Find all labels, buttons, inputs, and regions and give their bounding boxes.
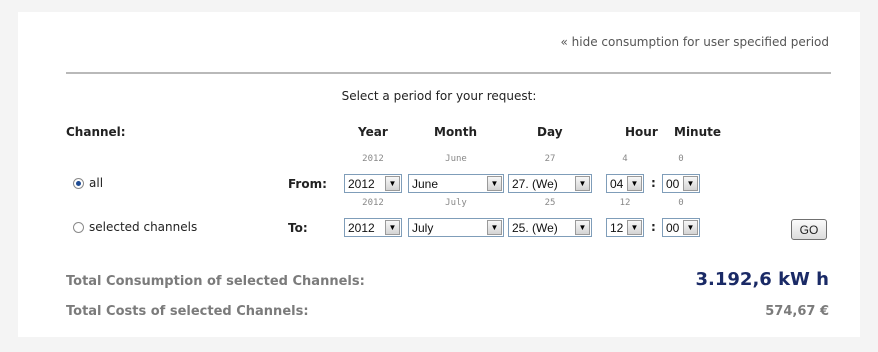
to-hour-value: 12: [610, 220, 624, 235]
to-minute-select[interactable]: 00 ▼: [662, 218, 700, 237]
from-month-hint: June: [445, 154, 467, 164]
from-year-value: 2012: [348, 176, 375, 191]
to-label: To:: [288, 221, 308, 235]
chevron-down-icon: ▼: [385, 176, 400, 191]
from-year-select[interactable]: 2012 ▼: [344, 174, 402, 193]
chevron-down-icon: ▼: [575, 220, 590, 235]
header-month: Month: [434, 125, 478, 139]
channel-option-selected[interactable]: selected channels: [73, 220, 197, 234]
divider: [66, 72, 831, 74]
to-minute-hint: 0: [678, 198, 684, 208]
to-day-hint: 25: [544, 198, 556, 208]
chevron-down-icon: ▼: [385, 220, 400, 235]
from-label: From:: [288, 177, 327, 191]
hide-consumption-link[interactable]: « hide consumption for user specified pe…: [560, 35, 829, 49]
total-consumption-label: Total Consumption of selected Channels:: [66, 274, 365, 289]
period-prompt: Select a period for your request:: [341, 89, 537, 103]
from-hour-select[interactable]: 04 ▼: [606, 174, 644, 193]
from-day-value: 27. (We): [512, 176, 558, 191]
to-hour-select[interactable]: 12 ▼: [606, 218, 644, 237]
chevron-down-icon: ▼: [627, 176, 642, 191]
header-day: Day: [537, 125, 563, 139]
header-year: Year: [358, 125, 388, 139]
chevron-down-icon: ▼: [575, 176, 590, 191]
header-hour: Hour: [625, 125, 658, 139]
from-hour-hint: 4: [622, 154, 628, 164]
channel-option-all[interactable]: all: [73, 176, 103, 190]
radio-selected-icon[interactable]: [73, 221, 84, 233]
to-hour-hint: 12: [619, 198, 631, 208]
consumption-panel: « hide consumption for user specified pe…: [18, 12, 860, 337]
time-separator: :: [651, 220, 656, 234]
from-year-hint: 2012: [362, 154, 384, 164]
chevron-down-icon: ▼: [683, 176, 698, 191]
from-minute-value: 00: [666, 176, 680, 191]
from-minute-hint: 0: [678, 154, 684, 164]
from-day-hint: 27: [544, 154, 556, 164]
go-button[interactable]: GO: [791, 219, 827, 240]
channel-option-all-label: all: [89, 176, 104, 190]
to-day-value: 25. (We): [512, 220, 558, 235]
from-minute-select[interactable]: 00 ▼: [662, 174, 700, 193]
from-hour-value: 04: [610, 176, 624, 191]
total-consumption-value: 3.192,6 kW h: [695, 269, 829, 290]
chevron-down-icon: ▼: [487, 176, 502, 191]
header-minute: Minute: [674, 125, 722, 139]
time-separator: :: [651, 176, 656, 190]
to-year-select[interactable]: 2012 ▼: [344, 218, 402, 237]
from-month-value: June: [412, 176, 439, 191]
total-costs-label: Total Costs of selected Channels:: [66, 304, 309, 319]
to-month-select[interactable]: July ▼: [408, 218, 504, 237]
to-year-hint: 2012: [362, 198, 384, 208]
to-month-value: July: [412, 220, 434, 235]
to-day-select[interactable]: 25. (We) ▼: [508, 218, 592, 237]
channel-option-selected-label: selected channels: [89, 220, 198, 234]
header-channel: Channel:: [66, 125, 126, 139]
from-day-select[interactable]: 27. (We) ▼: [508, 174, 592, 193]
from-month-select[interactable]: June ▼: [408, 174, 504, 193]
chevron-down-icon: ▼: [683, 220, 698, 235]
chevron-down-icon: ▼: [627, 220, 642, 235]
total-costs-value: 574,67 €: [765, 304, 829, 319]
to-minute-value: 00: [666, 220, 680, 235]
to-year-value: 2012: [348, 220, 375, 235]
radio-all-icon[interactable]: [73, 177, 84, 189]
to-month-hint: July: [445, 198, 467, 208]
chevron-down-icon: ▼: [487, 220, 502, 235]
